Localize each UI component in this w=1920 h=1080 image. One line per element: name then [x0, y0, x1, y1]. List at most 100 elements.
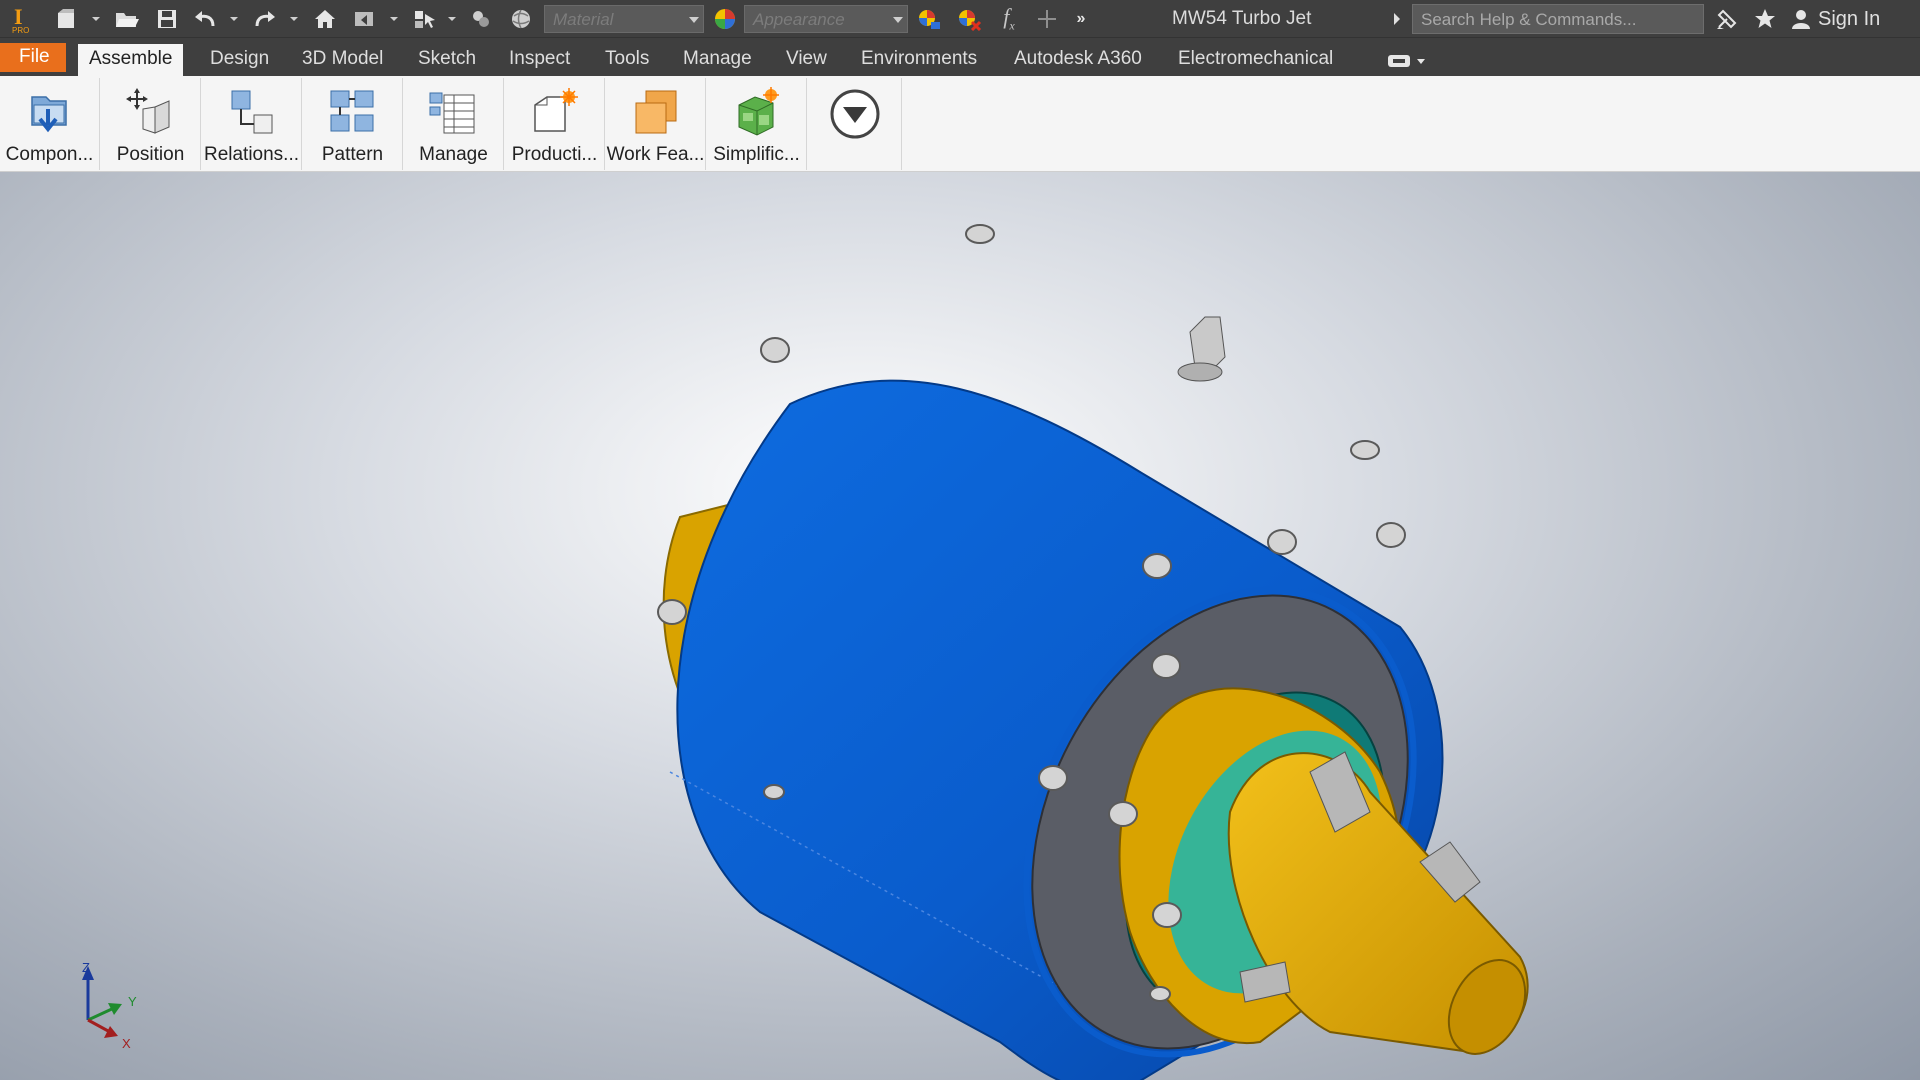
- undo-dropdown[interactable]: [230, 17, 238, 21]
- tab-inspect[interactable]: Inspect: [498, 44, 581, 76]
- parameters-button[interactable]: fx: [994, 4, 1024, 33]
- z-axis-label: Z: [82, 962, 90, 975]
- undo-button[interactable]: [190, 6, 220, 32]
- y-axis-label: Y: [128, 994, 137, 1009]
- pattern-button[interactable]: Pattern: [303, 78, 403, 170]
- simplification-button[interactable]: Simplific...: [707, 78, 807, 170]
- select-filter-dropdown[interactable]: [448, 17, 456, 21]
- open-button[interactable]: [112, 6, 142, 32]
- relationships-button[interactable]: Relations...: [202, 78, 302, 170]
- fx-icon: fx: [1003, 4, 1014, 33]
- work-features-button[interactable]: Work Fea...: [606, 78, 706, 170]
- place-component-label: Compon...: [5, 144, 94, 165]
- satellite-icon: [1717, 9, 1737, 29]
- appearance-combo[interactable]: Appearance: [744, 5, 908, 33]
- pattern-icon: [327, 86, 379, 138]
- position-label: Position: [116, 144, 185, 165]
- tab-file[interactable]: File: [0, 43, 66, 72]
- new-file-dropdown[interactable]: [92, 17, 100, 21]
- open-folder-icon: [116, 13, 139, 27]
- graphics-window[interactable]: Z Y X: [0, 172, 1920, 1080]
- overflow-label: »: [1076, 10, 1086, 27]
- tab-environments[interactable]: Environments: [850, 44, 988, 76]
- select-filter-button[interactable]: [410, 6, 440, 32]
- redo-icon: [255, 11, 275, 27]
- productivity-button[interactable]: Producti...: [505, 78, 605, 170]
- new-file-button[interactable]: [52, 6, 82, 32]
- axis-triad: Z Y X: [82, 962, 137, 1051]
- assemble-ribbon-panel: Compon... Position Relations... Pattern …: [0, 76, 1920, 172]
- measure-button[interactable]: [1032, 6, 1062, 32]
- material-combo[interactable]: Material: [544, 5, 704, 33]
- chevron-down-circle-icon: [830, 89, 879, 139]
- simplification-icon: [731, 86, 783, 138]
- appearance-browser-button[interactable]: [710, 6, 740, 32]
- pattern-label: Pattern: [321, 144, 384, 165]
- update-button[interactable]: [350, 6, 380, 32]
- clear-appearance-icon: [959, 10, 982, 31]
- appearance-sphere-icon: [715, 9, 735, 29]
- ribbon-tab-bar: File Assemble Design 3D Model Sketch Ins…: [0, 38, 1920, 76]
- update-icon: [355, 12, 373, 26]
- relationships-label: Relations...: [203, 144, 300, 165]
- appearance-dropdown-arrow: [893, 17, 903, 23]
- material-placeholder: Material: [553, 10, 614, 29]
- tab-electromechanical[interactable]: Electromechanical: [1167, 44, 1344, 76]
- update-dropdown[interactable]: [390, 17, 398, 21]
- work-features-icon: [630, 86, 682, 138]
- quick-access-toolbar: I PRO Material Appearance fx » MW54 Turb…: [0, 0, 1920, 38]
- adjust-appearance-icon: [919, 10, 940, 29]
- x-axis-label: X: [122, 1036, 131, 1051]
- application-menu-button[interactable]: I PRO: [6, 2, 36, 36]
- tab-manage[interactable]: Manage: [672, 44, 763, 76]
- material-browser-button[interactable]: [506, 6, 536, 32]
- material-dropdown-arrow: [689, 17, 699, 23]
- redo-button[interactable]: [250, 6, 280, 32]
- subscription-center-button[interactable]: [1712, 6, 1742, 32]
- tab-3d-model[interactable]: 3D Model: [291, 44, 394, 76]
- search-help-input[interactable]: Search Help & Commands...: [1412, 4, 1704, 34]
- productivity-icon: [529, 86, 581, 138]
- plus-icon: [1038, 10, 1056, 28]
- appearance-placeholder: Appearance: [753, 10, 845, 29]
- constraint-relationships-icon: [226, 86, 278, 138]
- tab-design[interactable]: Design: [199, 44, 280, 76]
- manage-bom-button[interactable]: Manage: [404, 78, 504, 170]
- tab-tools[interactable]: Tools: [594, 44, 660, 76]
- clear-appearance-button[interactable]: [954, 6, 984, 32]
- sign-in-label: Sign In: [1818, 7, 1881, 30]
- new-file-icon: [58, 9, 74, 28]
- tab-autodesk-a360[interactable]: Autodesk A360: [1003, 44, 1153, 76]
- turbojet-model[interactable]: [0, 172, 1920, 1080]
- search-expand-icon[interactable]: [1392, 12, 1402, 26]
- document-title: MW54 Turbo Jet: [1172, 8, 1312, 29]
- home-button[interactable]: [310, 6, 340, 32]
- fuel-fitting-base: [1177, 362, 1223, 382]
- tab-view[interactable]: View: [775, 44, 838, 76]
- search-placeholder: Search Help & Commands...: [1421, 10, 1637, 29]
- y-axis: [87, 1006, 115, 1022]
- manage-bom-label: Manage: [419, 144, 488, 165]
- x-axis: [87, 1018, 111, 1034]
- move-position-icon: [125, 86, 177, 138]
- sign-in-button[interactable]: Sign In: [1790, 6, 1880, 32]
- user-icon: [1792, 10, 1810, 29]
- visual-style-button[interactable]: [466, 6, 496, 32]
- tab-assemble[interactable]: Assemble: [78, 44, 184, 76]
- redo-dropdown[interactable]: [290, 17, 298, 21]
- star-icon: [1755, 9, 1775, 28]
- save-button[interactable]: [152, 6, 182, 32]
- place-component-button[interactable]: Compon...: [0, 78, 100, 170]
- ribbon-display-options-icon[interactable]: [1384, 52, 1428, 70]
- position-button[interactable]: Position: [101, 78, 201, 170]
- select-filter-icon: [415, 11, 435, 28]
- ribbon-more-button[interactable]: [808, 78, 902, 170]
- productivity-label: Producti...: [511, 144, 598, 165]
- favorites-button[interactable]: [1750, 6, 1780, 32]
- bill-of-materials-icon: [428, 86, 480, 138]
- simplification-label: Simplific...: [713, 144, 800, 165]
- adjust-appearance-button[interactable]: [914, 6, 944, 32]
- x-axis-arrow: [104, 1026, 118, 1038]
- quick-access-overflow-button[interactable]: »: [1070, 6, 1092, 32]
- tab-sketch[interactable]: Sketch: [407, 44, 487, 76]
